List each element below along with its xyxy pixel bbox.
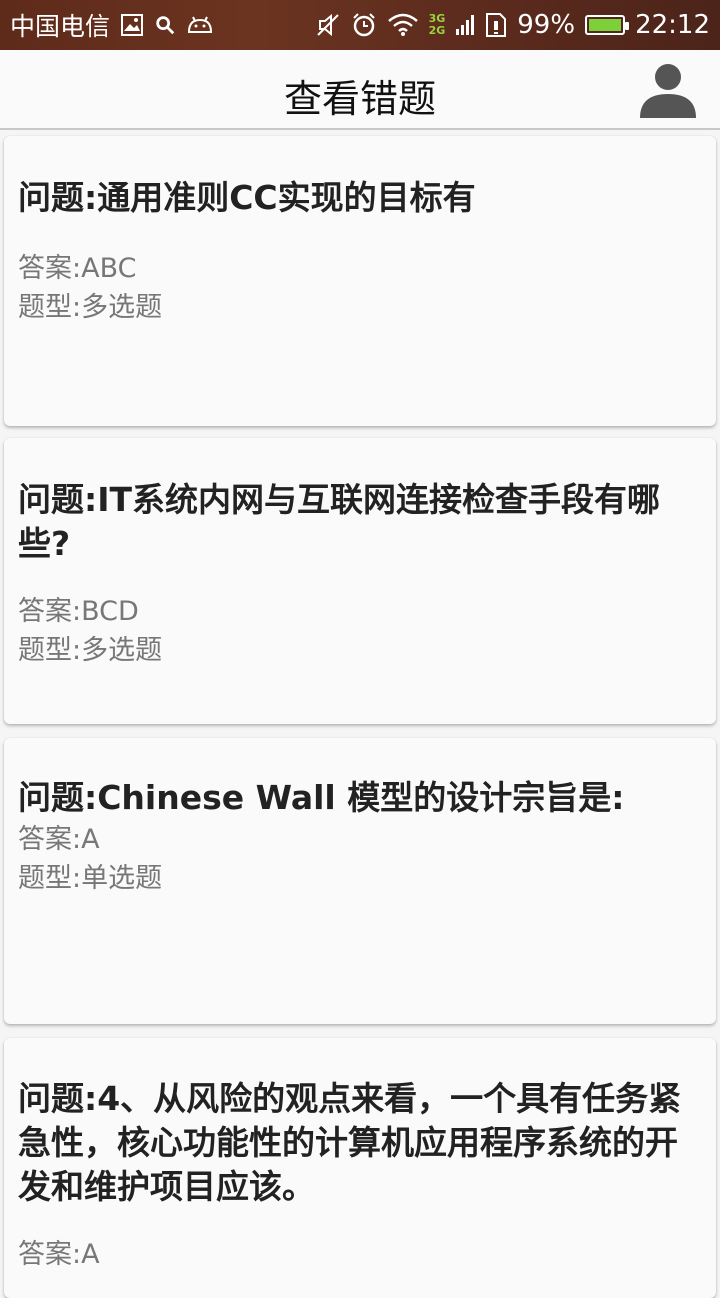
question-type-text: 题型:多选题 bbox=[18, 635, 163, 666]
network-2g-label: 2G bbox=[428, 24, 446, 37]
page-title: 查看错题 bbox=[283, 77, 436, 121]
question-text: 问题:通用准则CC实现的目标有 bbox=[18, 178, 476, 217]
question-type-text: 题型:单选题 bbox=[18, 863, 163, 894]
signal-icon bbox=[455, 13, 475, 37]
question-text: 问题:Chinese Wall 模型的设计宗旨是: bbox=[18, 778, 625, 817]
answer-text: 答案:A bbox=[18, 1239, 100, 1270]
answer-text: 答案:BCD bbox=[18, 596, 139, 627]
question-card[interactable]: 问题:4、从风险的观点来看，一个具有任务紧急性，核心功能性的计算机应用程序系统的… bbox=[4, 1038, 716, 1298]
battery-fill bbox=[589, 19, 621, 31]
carrier-label: 中国电信 bbox=[10, 12, 111, 41]
person-icon bbox=[640, 64, 696, 118]
search-icon bbox=[154, 14, 176, 36]
android-icon bbox=[186, 14, 214, 36]
question-card[interactable]: 问题:IT系统内网与互联网连接检查手段有哪些? 答案:BCD 题型:多选题 bbox=[4, 438, 716, 724]
network-type: 3G 2G bbox=[429, 13, 446, 37]
app-bar: 查看错题 bbox=[0, 50, 720, 130]
mute-icon bbox=[315, 12, 341, 38]
alarm-icon bbox=[351, 12, 377, 38]
answer-text: 答案:A bbox=[18, 824, 100, 855]
status-bar: 中国电信 3G 2G 99% 22:12 bbox=[0, 0, 720, 50]
clock: 22:12 bbox=[635, 10, 710, 40]
question-card[interactable]: 问题:Chinese Wall 模型的设计宗旨是: 答案:A 题型:单选题 bbox=[4, 738, 716, 1024]
answer-text: 答案:ABC bbox=[18, 253, 137, 284]
image-icon bbox=[120, 13, 144, 37]
wifi-icon bbox=[387, 13, 419, 37]
question-type-text: 题型:多选题 bbox=[18, 292, 163, 323]
sim-icon bbox=[485, 12, 507, 38]
question-text: 问题:IT系统内网与互联网连接检查手段有哪些? bbox=[18, 480, 660, 563]
battery-percent: 99% bbox=[517, 10, 576, 40]
user-profile-button[interactable] bbox=[638, 60, 698, 120]
question-card[interactable]: 问题:通用准则CC实现的目标有 答案:ABC 题型:多选题 bbox=[4, 136, 716, 426]
battery-icon bbox=[585, 15, 630, 35]
question-text: 问题:4、从风险的观点来看，一个具有任务紧急性，核心功能性的计算机应用程序系统的… bbox=[18, 1079, 682, 1206]
